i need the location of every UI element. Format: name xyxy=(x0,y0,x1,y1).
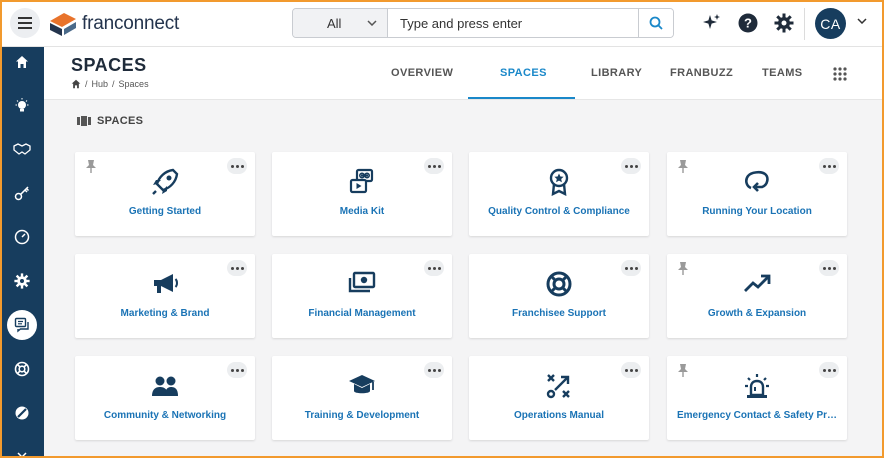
breadcrumb-hub[interactable]: Hub xyxy=(92,79,109,89)
tab-overview[interactable]: OVERVIEW xyxy=(391,67,453,79)
space-card-label: Training & Development xyxy=(304,410,420,421)
hamburger-icon xyxy=(18,17,32,29)
space-card-label: Quality Control & Compliance xyxy=(488,206,630,217)
help-button[interactable]: ? xyxy=(737,12,759,34)
sidebar-item-access[interactable] xyxy=(7,178,37,208)
key-icon xyxy=(14,186,30,201)
chat-icon xyxy=(14,317,29,333)
search-icon xyxy=(649,16,663,30)
breadcrumb: / Hub / Spaces xyxy=(71,79,149,89)
sidebar-item-settings[interactable] xyxy=(7,266,37,296)
breadcrumb-separator: / xyxy=(112,79,115,89)
search-scope-select[interactable]: All xyxy=(293,9,388,37)
trend-up-icon xyxy=(744,274,771,292)
search-scope-value: All xyxy=(327,15,342,31)
space-card[interactable]: Getting Started xyxy=(75,152,255,236)
lightbulb-icon xyxy=(15,98,29,112)
space-card[interactable]: Growth & Expansion xyxy=(667,254,847,338)
gear-icon xyxy=(774,13,794,33)
topbar-divider xyxy=(804,8,805,40)
sidebar-item-ideas[interactable] xyxy=(7,91,37,121)
space-card-label: Operations Manual xyxy=(513,410,604,421)
gear-icon xyxy=(14,273,30,289)
sidebar-item-home[interactable] xyxy=(7,47,37,77)
svg-text:?: ? xyxy=(744,16,752,31)
search-button[interactable] xyxy=(638,9,673,37)
tab-teams[interactable]: TEAMS xyxy=(762,67,803,79)
tab-library[interactable]: LIBRARY xyxy=(591,67,642,79)
space-card[interactable]: Quality Control & Compliance xyxy=(469,152,649,236)
space-card[interactable]: Media Kit xyxy=(272,152,452,236)
rocket-icon xyxy=(152,168,179,195)
space-card-label: Marketing & Brand xyxy=(120,308,210,319)
search-bar: All xyxy=(292,8,674,38)
graduation-cap-icon xyxy=(349,375,375,394)
top-bar: franconnect All ? xyxy=(0,0,884,47)
space-card-label: Franchisee Support xyxy=(512,308,606,319)
space-card[interactable]: Marketing & Brand xyxy=(75,254,255,338)
megaphone-icon xyxy=(154,274,178,293)
help-icon: ? xyxy=(738,13,758,33)
speedometer-icon xyxy=(14,229,30,245)
space-card-label: Community & Networking xyxy=(103,410,227,421)
menu-button[interactable] xyxy=(10,8,40,38)
space-card-label: Media Kit xyxy=(339,206,385,217)
sidebar-item-more[interactable] xyxy=(7,440,37,458)
sidebar-item-hub[interactable] xyxy=(7,310,37,340)
sidebar-item-dashboard[interactable] xyxy=(7,222,37,252)
spaces-icon xyxy=(77,116,91,126)
settings-button[interactable] xyxy=(773,12,795,34)
sidebar-item-integrations[interactable] xyxy=(7,398,37,428)
media-kit-icon xyxy=(349,168,374,194)
space-card-label: Running Your Location xyxy=(702,206,812,217)
breadcrumb-spaces: Spaces xyxy=(118,79,149,89)
logo[interactable]: franconnect xyxy=(48,10,179,38)
user-avatar[interactable]: CA xyxy=(815,8,846,39)
sidebar-item-partners[interactable] xyxy=(7,134,37,164)
search-input[interactable] xyxy=(388,9,638,37)
tab-spaces[interactable]: SPACES xyxy=(500,67,547,79)
people-icon xyxy=(152,376,178,396)
money-icon xyxy=(348,271,376,293)
space-card[interactable]: Franchisee Support xyxy=(469,254,649,338)
space-card-label: Growth & Expansion xyxy=(707,308,807,319)
space-card[interactable]: Emergency Contact & Safety Pr… xyxy=(667,356,847,440)
strategy-icon xyxy=(546,374,570,399)
loop-arrow-icon xyxy=(745,170,769,192)
tab-franbuzz[interactable]: FRANBUZZ xyxy=(670,67,733,79)
apps-grid-icon[interactable] xyxy=(833,67,847,81)
space-card-label: Financial Management xyxy=(308,308,416,319)
franconnect-logo-icon xyxy=(50,13,76,36)
section-label: SPACES xyxy=(97,115,144,127)
page-title: SPACES xyxy=(71,55,147,75)
lifebuoy-icon xyxy=(546,271,572,297)
space-card[interactable]: Running Your Location xyxy=(667,152,847,236)
sidebar xyxy=(0,47,44,458)
home-icon xyxy=(16,56,28,68)
sidebar-item-support[interactable] xyxy=(7,354,37,384)
space-card[interactable]: Operations Manual xyxy=(469,356,649,440)
breadcrumb-separator: / xyxy=(85,79,88,89)
handshake-icon xyxy=(13,143,31,155)
page-header: SPACES / Hub / Spaces OVERVIEW SPACES LI… xyxy=(44,47,884,100)
home-icon[interactable] xyxy=(71,79,81,89)
chevron-down-icon xyxy=(367,20,377,26)
lifebuoy-icon xyxy=(14,361,30,377)
space-card[interactable]: Community & Networking xyxy=(75,356,255,440)
space-card-label: Emergency Contact & Safety Pr… xyxy=(676,410,838,421)
ai-sparkle-button[interactable] xyxy=(701,12,723,34)
link-icon xyxy=(15,406,29,420)
space-card-label: Getting Started xyxy=(128,206,202,217)
award-icon xyxy=(549,168,569,196)
chevron-down-icon xyxy=(17,452,27,458)
section-heading: SPACES xyxy=(77,115,143,127)
space-card[interactable]: Training & Development xyxy=(272,356,452,440)
space-card[interactable]: Financial Management xyxy=(272,254,452,338)
sparkle-icon xyxy=(703,14,720,29)
active-tab-indicator xyxy=(468,97,575,99)
logo-text: franconnect xyxy=(82,13,180,34)
chevron-down-icon[interactable] xyxy=(857,18,867,24)
alarm-light-icon xyxy=(745,374,769,398)
